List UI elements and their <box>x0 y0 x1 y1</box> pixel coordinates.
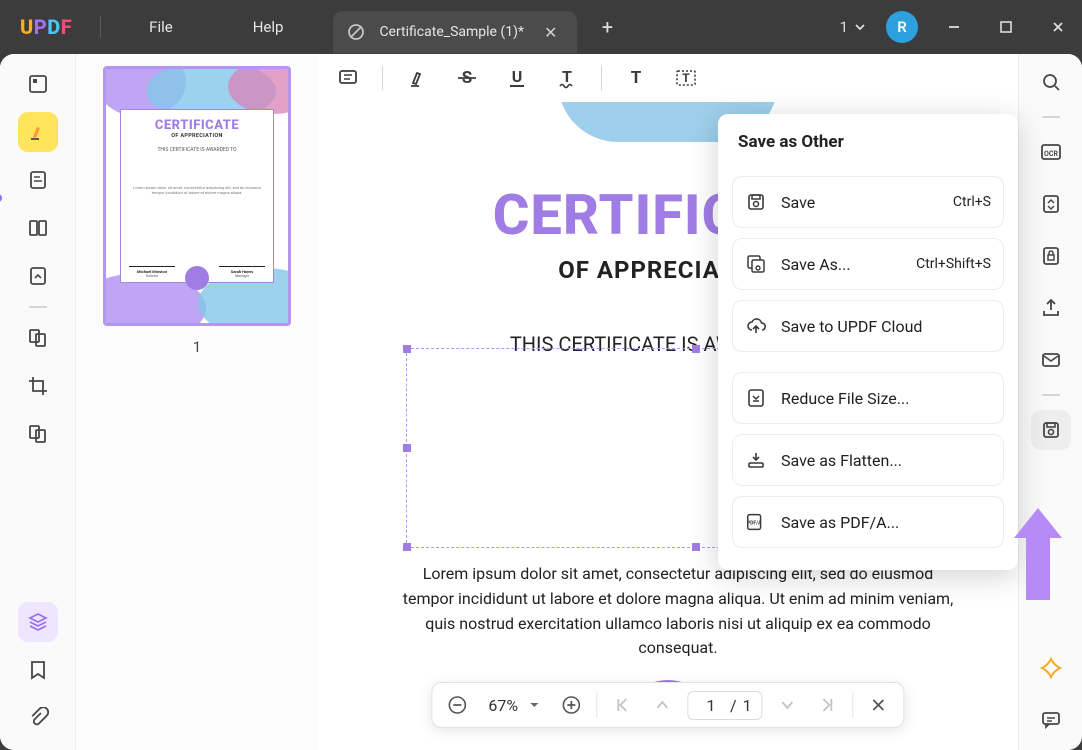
rail-attachment-icon[interactable] <box>18 698 58 738</box>
annotation-arrow <box>1010 504 1066 604</box>
save-as-other-panel: Save as Other Save Ctrl+S Save As... Ctr… <box>718 114 1018 570</box>
pdfa-icon: PDF/A <box>745 511 767 533</box>
comment-icon[interactable] <box>330 61 366 95</box>
search-icon[interactable] <box>1031 62 1071 102</box>
rail-highlight-icon[interactable] <box>18 112 58 152</box>
shortcut-text: Ctrl+Shift+S <box>916 256 991 272</box>
strikethrough-icon[interactable]: S <box>449 61 485 95</box>
save-item-flatten[interactable]: Save as Flatten... <box>732 434 1004 486</box>
page-indicator[interactable]: / 1 <box>687 691 763 720</box>
save-panel-title: Save as Other <box>732 132 1004 166</box>
thumbnail-panel: CERTIFICATE OF APPRECIATION THIS CERTIFI… <box>76 54 318 750</box>
tab-title: Certificate_Sample (1)* <box>379 24 524 40</box>
rail-reader-icon[interactable] <box>18 208 58 248</box>
text-icon[interactable]: T <box>618 61 654 95</box>
ai-icon[interactable] <box>1031 648 1071 688</box>
doc-body: Lorem ipsum dolor sit amet, consectetur … <box>398 562 958 661</box>
feedback-icon[interactable] <box>1031 700 1071 740</box>
svg-text:OCR: OCR <box>1044 150 1058 158</box>
ocr-icon[interactable]: OCR <box>1031 132 1071 172</box>
zoom-value: 67% <box>488 696 518 715</box>
shortcut-text: Ctrl+S <box>953 194 991 210</box>
save-icon <box>745 191 767 213</box>
cloud-upload-icon <box>745 315 767 337</box>
svg-text:U: U <box>512 67 523 86</box>
flatten-icon <box>745 449 767 471</box>
text-toolbar: S U T T T <box>318 54 1018 102</box>
save-item-save[interactable]: Save Ctrl+S <box>732 176 1004 228</box>
svg-text:T: T <box>631 68 642 88</box>
save-item-pdfa[interactable]: PDF/A Save as PDF/A... <box>732 496 1004 548</box>
page-total: 1 <box>743 696 752 715</box>
rail-layers-icon[interactable] <box>18 602 58 642</box>
next-page-button[interactable] <box>773 690 803 720</box>
zoom-dropdown[interactable] <box>528 699 540 711</box>
thumb-lorem: Lorem ipsum dolor sit amet, consectetur … <box>127 185 267 195</box>
user-avatar[interactable]: R <box>886 11 918 43</box>
menu-help[interactable]: Help <box>213 18 324 36</box>
underline-icon[interactable]: U <box>499 61 535 95</box>
protect-icon[interactable] <box>1031 236 1071 276</box>
rail-stamps-icon[interactable] <box>18 414 58 454</box>
rail-notes-icon[interactable] <box>18 160 58 200</box>
left-rail <box>0 54 76 750</box>
share-icon[interactable] <box>1031 288 1071 328</box>
svg-text:T: T <box>562 67 572 86</box>
highlighter-icon[interactable] <box>399 61 435 95</box>
rail-crop-icon[interactable] <box>18 366 58 406</box>
zoom-in-button[interactable] <box>556 690 586 720</box>
trial-indicator[interactable]: 1 <box>840 18 866 36</box>
last-page-button[interactable] <box>813 690 843 720</box>
window-minimize[interactable] <box>938 11 970 43</box>
new-tab-button[interactable]: + <box>593 13 621 41</box>
convert-icon[interactable] <box>1031 184 1071 224</box>
rail-compare-icon[interactable] <box>18 318 58 358</box>
reduce-size-icon <box>745 387 767 409</box>
save-other-icon[interactable] <box>1031 410 1071 450</box>
svg-text:PDF/A: PDF/A <box>747 521 762 527</box>
tab-close-button[interactable]: ✕ <box>538 23 563 42</box>
thumb-awarded: THIS CERTIFICATE IS AWARDED TO <box>127 147 267 153</box>
menu-file[interactable]: File <box>109 18 213 36</box>
save-item-save-as[interactable]: Save As... Ctrl+Shift+S <box>732 238 1004 290</box>
thumbnail-page-number: 1 <box>193 338 201 356</box>
save-item-cloud[interactable]: Save to UPDF Cloud <box>732 300 1004 352</box>
zoom-out-button[interactable] <box>442 690 472 720</box>
window-close[interactable] <box>1042 11 1074 43</box>
page-thumbnail[interactable]: CERTIFICATE OF APPRECIATION THIS CERTIFI… <box>103 66 291 326</box>
rail-thumbnails-icon[interactable] <box>18 64 58 104</box>
thumb-subtitle: OF APPRECIATION <box>127 133 267 139</box>
email-icon[interactable] <box>1031 340 1071 380</box>
first-page-button[interactable] <box>607 690 637 720</box>
document-tab[interactable]: Certificate_Sample (1)* ✕ <box>333 11 577 53</box>
svg-text:T: T <box>682 71 690 85</box>
textbox-icon[interactable]: T <box>668 61 704 95</box>
tab-modified-icon <box>347 23 365 41</box>
rail-bookmark-icon[interactable] <box>18 650 58 690</box>
save-item-reduce[interactable]: Reduce File Size... <box>732 372 1004 424</box>
right-rail: OCR <box>1018 54 1082 750</box>
title-bar: UPDF File Help Certificate_Sample (1)* ✕… <box>0 0 1082 54</box>
rail-brush-icon[interactable] <box>18 256 58 296</box>
zoom-page-bar: 67% / 1 <box>431 682 904 728</box>
save-as-icon <box>745 253 767 275</box>
thumb-title: CERTIFICATE <box>127 118 267 133</box>
prev-page-button[interactable] <box>647 690 677 720</box>
window-maximize[interactable] <box>990 11 1022 43</box>
page-input[interactable] <box>698 696 724 715</box>
squiggly-icon[interactable]: T <box>549 61 585 95</box>
app-logo: UPDF <box>0 15 92 39</box>
close-zoombar-button[interactable] <box>864 690 894 720</box>
